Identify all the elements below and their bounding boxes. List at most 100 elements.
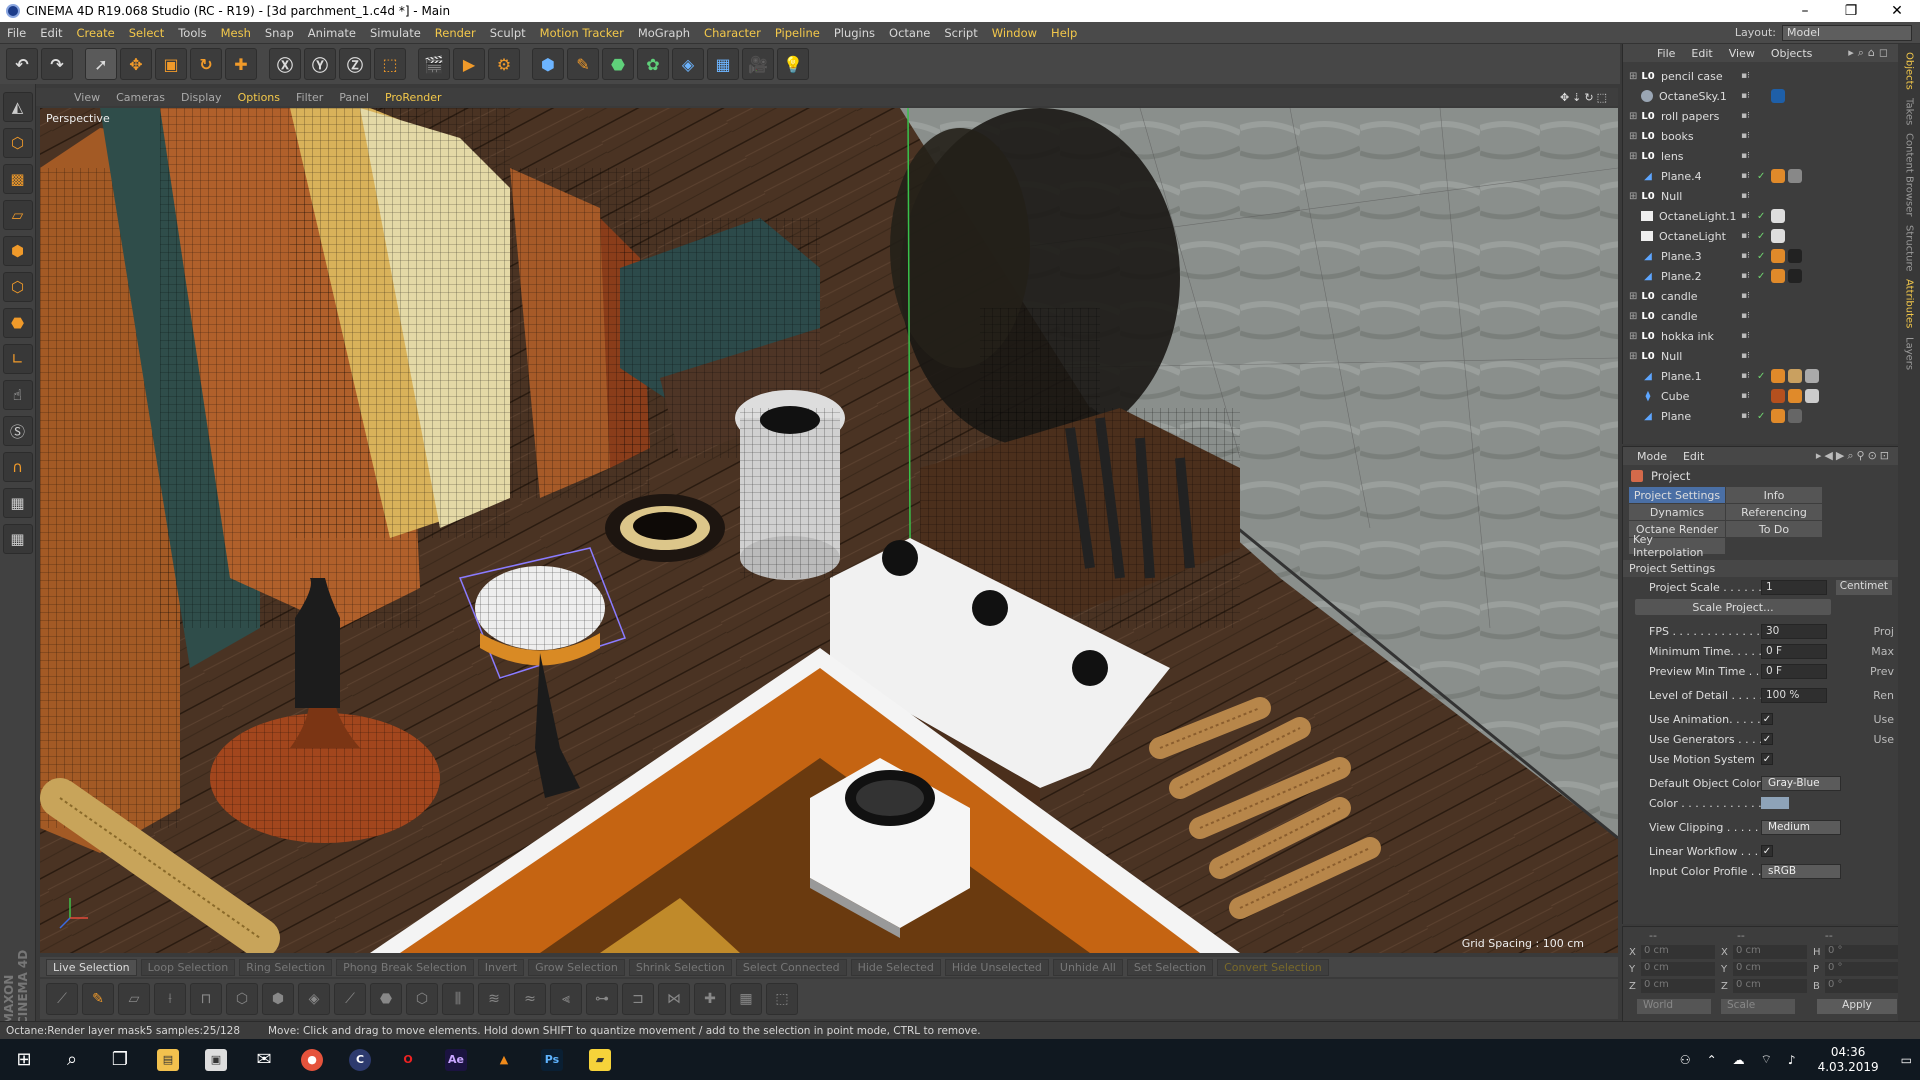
menu-create[interactable]: Create (70, 26, 122, 40)
light-icon[interactable]: 💡 (777, 48, 809, 80)
size-z-input[interactable]: 0 cm (1733, 979, 1807, 993)
smooth-icon[interactable]: ≈ (514, 983, 546, 1015)
layout-select[interactable]: Model (1782, 24, 1912, 41)
opera-icon[interactable]: O (384, 1039, 432, 1080)
menu-edit[interactable]: Edit (33, 26, 69, 40)
view-clipping-select[interactable]: Medium (1761, 819, 1841, 835)
mirror-icon[interactable]: ⋈ (658, 983, 690, 1015)
bridge-icon[interactable]: ⊓ (190, 983, 222, 1015)
side-tab-layers[interactable]: Layers (1904, 337, 1915, 370)
attr-menu-edit[interactable]: Edit (1675, 450, 1712, 463)
coordinate-system-icon[interactable]: ⬚ (374, 48, 406, 80)
iron-icon[interactable]: ≋ (478, 983, 510, 1015)
z-axis-icon[interactable]: Ⓩ (339, 48, 371, 80)
tray-chevron-icon[interactable]: ⌃ (1707, 1053, 1717, 1067)
extrude-inner-icon[interactable]: ⬢ (262, 983, 294, 1015)
menu-file[interactable]: File (0, 26, 33, 40)
pos-z-input[interactable]: 0 cm (1641, 979, 1715, 993)
hide-selected-button[interactable]: Hide Selected (850, 958, 941, 976)
tab-referencing[interactable]: Referencing (1726, 504, 1822, 520)
render-settings-icon[interactable]: ⚙ (488, 48, 520, 80)
bevel-icon[interactable]: ◈ (298, 983, 330, 1015)
attr-menu-mode[interactable]: Mode (1629, 450, 1675, 463)
invert-button[interactable]: Invert (477, 958, 525, 976)
object-row[interactable]: ⊞ L0 candle ▪⁝ (1623, 306, 1898, 326)
edge-cut-icon[interactable]: ⫼ (442, 983, 474, 1015)
object-row[interactable]: OctaneLight ▪⁝ ✓ (1623, 226, 1898, 246)
tab-key-interpolation[interactable]: Key Interpolation (1629, 533, 1725, 559)
obj-manager-toolbar-icons[interactable]: ▸⌕⌂◻ (1848, 46, 1892, 60)
size-y-input[interactable]: 0 cm (1733, 962, 1807, 976)
apply-button[interactable]: Apply (1817, 999, 1897, 1014)
add-point-icon[interactable]: ✚ (694, 983, 726, 1015)
side-tab-takes[interactable]: Takes (1904, 98, 1915, 125)
menu-script[interactable]: Script (937, 26, 984, 40)
vp-menu-panel[interactable]: Panel (331, 91, 377, 104)
magnet-icon[interactable]: ∩ (2, 452, 33, 482)
recent-tool-icon[interactable]: ✚ (225, 48, 257, 80)
menu-mesh[interactable]: Mesh (214, 26, 258, 40)
menu-plugins[interactable]: Plugins (827, 26, 882, 40)
render-view-icon[interactable]: 🎬 (418, 48, 450, 80)
menu-select[interactable]: Select (122, 26, 171, 40)
object-row[interactable]: ◢ Plane.2 ▪⁝ ✓ (1623, 266, 1898, 286)
rot-b-input[interactable]: 0 ° (1825, 979, 1899, 993)
coord-size-select[interactable]: Scale (1721, 999, 1795, 1014)
after-effects-icon[interactable]: Ae (432, 1039, 480, 1080)
object-row[interactable]: ⊞ L0 lens ▪⁝ (1623, 146, 1898, 166)
tab-to-do[interactable]: To Do (1726, 521, 1822, 537)
knife-icon[interactable]: ⟊ (154, 983, 186, 1015)
cube-icon[interactable]: ⬢ (532, 48, 564, 80)
minimize-icon[interactable]: – (1782, 3, 1828, 19)
undo-icon[interactable]: ↶ (6, 48, 38, 80)
vlc-icon[interactable]: ▲ (480, 1039, 528, 1080)
select-connected-button[interactable]: Select Connected (735, 958, 847, 976)
render-picture-viewer-icon[interactable]: ▶ (453, 48, 485, 80)
menu-animate[interactable]: Animate (301, 26, 363, 40)
live-selection-button[interactable]: Live Selection (46, 958, 137, 976)
coord-mode-select[interactable]: World (1637, 999, 1711, 1014)
fps-input[interactable]: 30 (1761, 623, 1827, 639)
array-icon[interactable]: ▦ (730, 983, 762, 1015)
photoshop-icon[interactable]: Ps (528, 1039, 576, 1080)
menu-snap[interactable]: Snap (258, 26, 301, 40)
use-generators-checkbox[interactable]: ✓ (1761, 733, 1773, 745)
scale-tool-icon[interactable]: ▣ (155, 48, 187, 80)
object-row[interactable]: ◢ Plane.1 ▪⁝ ✓ (1623, 366, 1898, 386)
convert-selection-button[interactable]: Convert Selection (1217, 958, 1329, 976)
people-icon[interactable]: ⚇ (1680, 1053, 1691, 1067)
file-explorer-icon[interactable]: ▤ (144, 1039, 192, 1080)
menu-octane[interactable]: Octane (882, 26, 937, 40)
vp-menu-display[interactable]: Display (173, 91, 230, 104)
make-editable-icon[interactable]: ◭ (2, 92, 33, 122)
close-icon[interactable]: ✕ (1874, 3, 1920, 19)
menu-character[interactable]: Character (697, 26, 768, 40)
select-tool-icon[interactable]: ➚ (85, 48, 117, 80)
notifications-icon[interactable]: ▭ (1901, 1053, 1912, 1067)
tab-dynamics[interactable]: Dynamics (1629, 504, 1725, 520)
polygon-pen-icon[interactable]: ⬚ (766, 983, 798, 1015)
viewport-nav-icons[interactable]: ✥⇣↻⬚ (1560, 91, 1610, 104)
menu-motion-tracker[interactable]: Motion Tracker (533, 26, 631, 40)
polygons-mode-icon[interactable]: ⬣ (2, 308, 33, 338)
object-row[interactable]: ⊞ L0 pencil case ▪⁝ (1623, 66, 1898, 86)
object-row[interactable]: ⊞ L0 candle ▪⁝ (1623, 286, 1898, 306)
object-row[interactable]: ⊞ L0 roll papers ▪⁝ (1623, 106, 1898, 126)
volume-icon[interactable]: ♪ (1788, 1053, 1796, 1067)
set-selection-button[interactable]: Set Selection (1126, 958, 1214, 976)
side-tab-content-browser[interactable]: Content Browser (1904, 133, 1915, 216)
redo-icon[interactable]: ↷ (41, 48, 73, 80)
menu-window[interactable]: Window (985, 26, 1044, 40)
object-row[interactable]: OctaneSky.1 ▪⁝ (1623, 86, 1898, 106)
stitch-icon[interactable]: ⬡ (406, 983, 438, 1015)
menu-pipeline[interactable]: Pipeline (768, 26, 827, 40)
snap-icon[interactable]: Ⓢ (2, 416, 33, 446)
obj-menu-view[interactable]: View (1721, 47, 1763, 60)
tweak-icon[interactable]: ☝ (2, 380, 33, 410)
unhide-all-button[interactable]: Unhide All (1052, 958, 1123, 976)
obj-menu-edit[interactable]: Edit (1683, 47, 1720, 60)
cinema4d-taskbar-icon[interactable]: C (336, 1039, 384, 1080)
rot-h-input[interactable]: 0 ° (1825, 945, 1899, 959)
store-icon[interactable]: ▣ (192, 1039, 240, 1080)
menu-help[interactable]: Help (1044, 26, 1084, 40)
